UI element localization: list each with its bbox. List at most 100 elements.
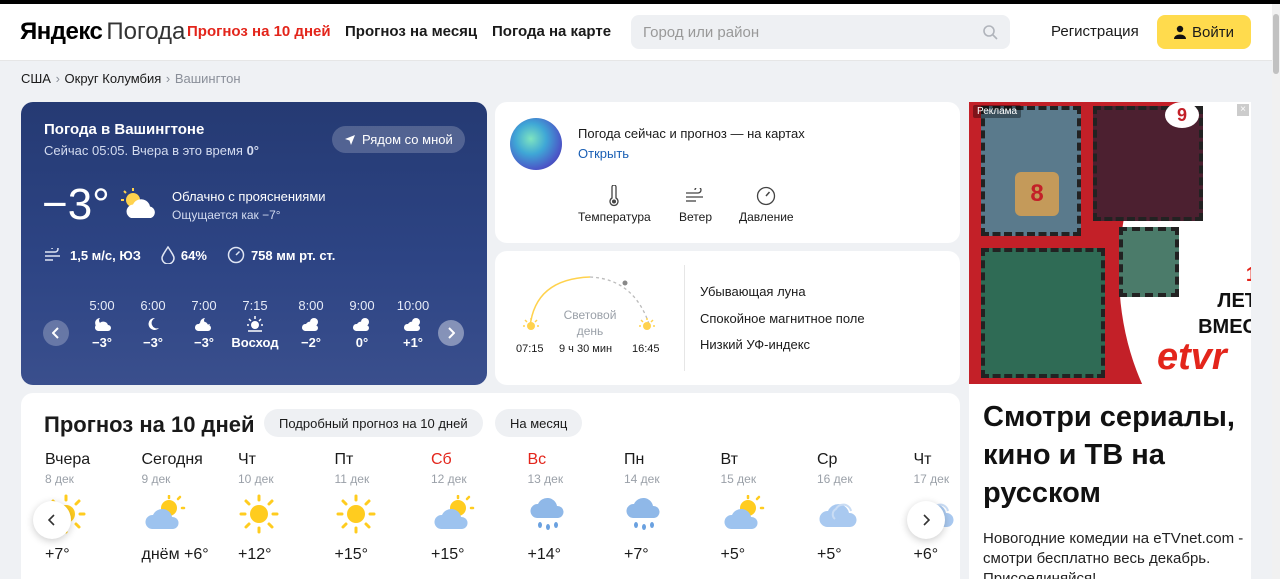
forecast-day[interactable]: Пт 11 дек +15° bbox=[335, 451, 425, 564]
hour-item[interactable]: 10:00 +1° bbox=[386, 298, 440, 350]
rain-icon bbox=[528, 494, 568, 539]
forecast-day[interactable]: Чт 10 дек +12° bbox=[238, 451, 328, 564]
ad-calendar-number: 9 bbox=[1165, 102, 1199, 128]
forecast-day-date: 13 дек bbox=[527, 472, 564, 486]
current-weather-title[interactable]: Погода в Вашингтоне bbox=[44, 121, 204, 138]
wind-value: 1,5 м/с, ЮЗ bbox=[70, 247, 141, 263]
location-arrow-icon bbox=[345, 134, 355, 145]
sunrise-time: 07:15 bbox=[516, 343, 544, 355]
nav-10-days[interactable]: Прогноз на 10 дней bbox=[187, 23, 331, 40]
forecast-day-name: Вс bbox=[527, 451, 547, 468]
forecast-day-name: Вт bbox=[720, 451, 738, 468]
forecast-day-name: Пн bbox=[624, 451, 645, 468]
register-link[interactable]: Регистрация bbox=[1051, 23, 1139, 40]
forecast-day-temp: +7° bbox=[45, 546, 70, 563]
hour-item[interactable]: 9:00 0° bbox=[335, 298, 389, 350]
forecast-next-button[interactable] bbox=[907, 501, 945, 539]
humidity-value: 64% bbox=[180, 247, 207, 263]
forecast-day-temp: днём +6° bbox=[141, 546, 209, 563]
magnetic-field: Спокойное магнитное поле bbox=[700, 311, 865, 326]
divider bbox=[684, 265, 685, 371]
cloud-sun-icon bbox=[403, 318, 420, 331]
ad-description[interactable]: Новогодние комедии на eTVnet.com - смотр… bbox=[983, 529, 1245, 579]
cloud-sun-icon bbox=[431, 494, 475, 538]
chevron-right-icon bbox=[923, 514, 930, 526]
sunrise-icon bbox=[247, 316, 263, 332]
ad-tile bbox=[981, 106, 1081, 236]
map-thumbnail[interactable] bbox=[510, 118, 562, 170]
forecast-day[interactable]: Пн 14 дек +7° bbox=[624, 451, 714, 564]
pressure-gauge-icon bbox=[757, 186, 776, 206]
forecast-day[interactable]: Сегодня 9 дек днём +6° bbox=[142, 451, 232, 564]
hours-prev-button[interactable] bbox=[43, 320, 69, 346]
forecast-day-name: Сегодня bbox=[141, 451, 203, 468]
forecast-day-name: Чт bbox=[913, 451, 932, 468]
hour-item-sunrise[interactable]: 7:15 Восход bbox=[228, 298, 282, 350]
sun-icon bbox=[335, 493, 377, 540]
forecast-day[interactable]: Сб 12 дек +15° bbox=[431, 451, 521, 564]
ad-headline[interactable]: Смотри сериалы, кино и ТВ на русском bbox=[983, 398, 1245, 512]
hours-next-button[interactable] bbox=[438, 320, 464, 346]
maps-card[interactable]: Погода сейчас и прогноз — на картах Откр… bbox=[495, 102, 960, 243]
forecast-prev-button[interactable] bbox=[33, 501, 71, 539]
sun-icon bbox=[238, 493, 280, 540]
forecast-day-date: 14 дек bbox=[624, 472, 660, 486]
forecast-day-temp: +15° bbox=[431, 546, 465, 563]
header: Яндекс Погода Прогноз на 10 дней Прогноз … bbox=[0, 4, 1280, 61]
nav-month[interactable]: Прогноз на месяц bbox=[345, 23, 477, 40]
chevron-left-icon bbox=[52, 327, 59, 339]
ad-close-icon[interactable]: × bbox=[1237, 104, 1249, 116]
map-layer-wind[interactable]: Ветер bbox=[679, 184, 712, 224]
search-input[interactable] bbox=[631, 15, 961, 49]
ad-image[interactable]: 8 9 1ЛЕТВМЕС etvr Реклама bbox=[969, 102, 1251, 384]
forecast-day-date: 12 дек bbox=[431, 472, 467, 486]
forecast-day-temp: +15° bbox=[334, 546, 369, 563]
breadcrumb-region[interactable]: Округ Колумбия bbox=[65, 71, 162, 86]
logo[interactable]: Яндекс Погода bbox=[20, 18, 185, 46]
forecast-day[interactable]: Вт 15 дек +5° bbox=[721, 451, 811, 564]
ad-banner[interactable]: 8 9 1ЛЕТВМЕС etvr Реклама × Смотри сериа… bbox=[969, 102, 1251, 579]
forecast-day-date: 16 дек bbox=[817, 472, 853, 486]
current-params: 1,5 м/с, ЮЗ 64% 758 мм рт. ст. bbox=[44, 246, 335, 264]
forecast-day-date: 17 дек bbox=[913, 472, 950, 486]
search-box bbox=[631, 15, 1010, 49]
hourly-strip[interactable]: 5:00 −3° 6:00 −3° 7:00 −3° 7:15 Восход 8:00−… bbox=[21, 298, 487, 368]
forecast-day-date: 10 дек bbox=[238, 472, 274, 486]
sunset-icon bbox=[639, 318, 655, 330]
wind-param: 1,5 м/с, ЮЗ bbox=[44, 248, 141, 263]
forecast-day[interactable]: Вс 13 дек +14° bbox=[528, 451, 618, 564]
ad-image-text: 1ЛЕТВМЕС bbox=[1198, 264, 1251, 338]
cloud-night-icon bbox=[194, 318, 211, 331]
pressure-gauge-icon bbox=[227, 246, 245, 264]
map-layer-temperature[interactable]: Температура bbox=[578, 184, 651, 224]
current-temperature: −3° bbox=[42, 180, 110, 229]
thermometer-icon bbox=[609, 185, 619, 207]
chevron-right-icon bbox=[448, 327, 455, 339]
scrollbar-thumb[interactable] bbox=[1273, 14, 1279, 74]
maps-open-link[interactable]: Открыть bbox=[578, 146, 629, 161]
ad-tile bbox=[981, 248, 1105, 378]
forecast-day-temp: +5° bbox=[817, 546, 842, 563]
feels-like-text: Ощущается как −7° bbox=[172, 208, 281, 222]
month-forecast-button[interactable]: На месяц bbox=[495, 409, 583, 437]
map-layer-label: Ветер bbox=[679, 210, 712, 224]
humidity-param: 64% bbox=[161, 246, 207, 264]
scrollbar[interactable] bbox=[1272, 4, 1280, 579]
nav-map[interactable]: Погода на карте bbox=[492, 23, 611, 40]
pressure-param: 758 мм рт. ст. bbox=[227, 246, 335, 264]
cloud-night-icon bbox=[94, 318, 111, 331]
forecast-day-name: Ср bbox=[817, 451, 838, 468]
login-button[interactable]: Войти bbox=[1157, 15, 1251, 49]
map-layer-pressure[interactable]: Давление bbox=[739, 184, 794, 224]
near-me-button[interactable]: Рядом со мной bbox=[332, 126, 465, 153]
breadcrumb-country[interactable]: США bbox=[21, 71, 51, 86]
search-icon[interactable] bbox=[982, 24, 998, 40]
detailed-forecast-button[interactable]: Подробный прогноз на 10 дней bbox=[264, 409, 483, 437]
forecast-day[interactable]: Ср 16 дек +5° bbox=[817, 451, 907, 564]
hour-item[interactable]: 7:00 −3° bbox=[177, 298, 231, 350]
hour-item[interactable]: 8:00 −2° bbox=[284, 298, 338, 350]
maps-title: Погода сейчас и прогноз — на картах bbox=[578, 126, 805, 141]
hour-item[interactable]: 5:00 −3° bbox=[75, 298, 129, 350]
hour-item[interactable]: 6:00 −3° bbox=[126, 298, 180, 350]
breadcrumb-separator: › bbox=[51, 71, 64, 86]
